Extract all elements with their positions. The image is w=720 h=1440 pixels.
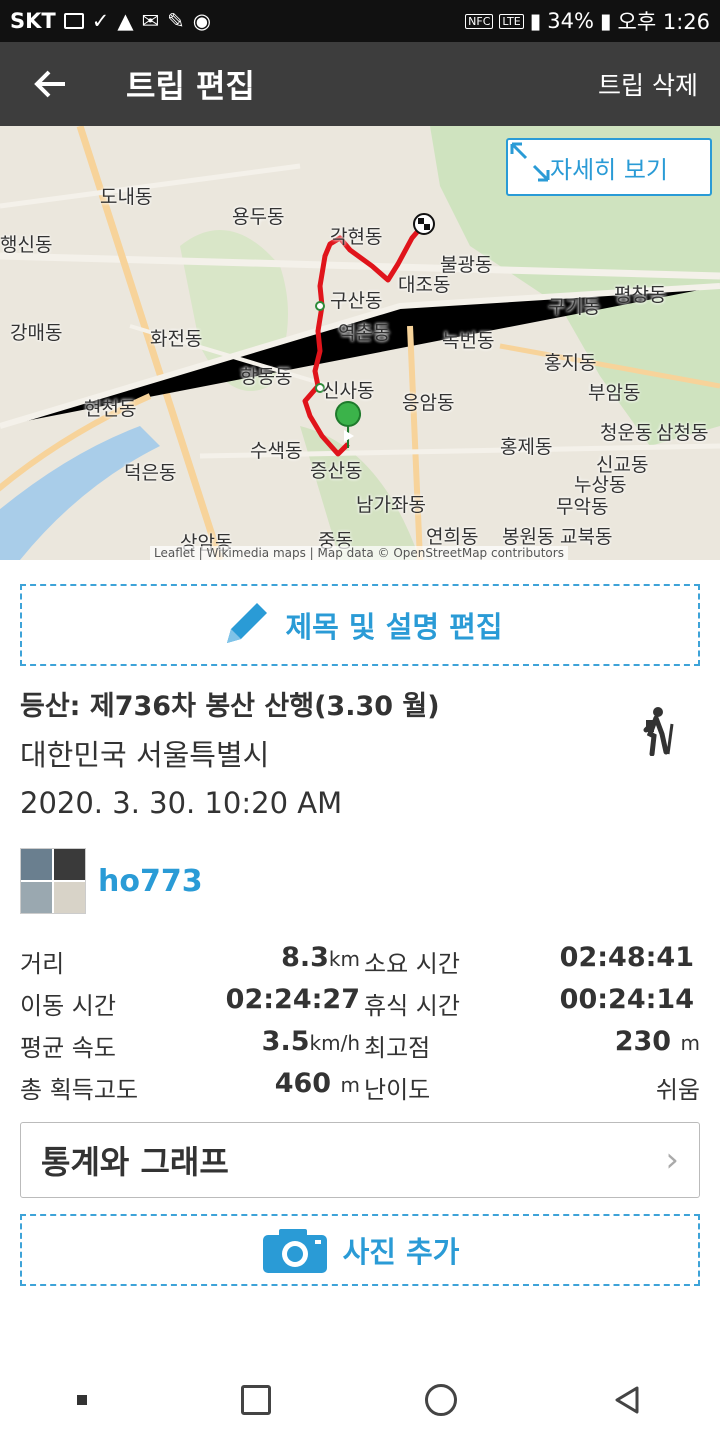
max-elevation-label: 최고점 <box>364 1034 431 1062</box>
stats-row: 이동 시간 02:24:27 휴식 시간 00:24:14 <box>20 980 700 1022</box>
avatar <box>20 848 86 914</box>
carrier-label: SKT <box>10 9 56 33</box>
elevation-gain-value: 460 m <box>274 1068 360 1099</box>
stats-graphs-label: 통계와 그래프 <box>41 1143 229 1181</box>
back-button[interactable] <box>0 42 100 126</box>
map-label: 남가좌동 <box>356 494 426 516</box>
home-button[interactable] <box>425 1384 457 1416</box>
map-label: 응암동 <box>402 392 455 414</box>
map-label: 강매동 <box>10 322 63 344</box>
back-nav-button[interactable] <box>611 1384 643 1416</box>
image-notification-icon <box>63 13 84 29</box>
map-label: 현천동 <box>84 398 137 420</box>
stats-graphs-button[interactable]: 통계와 그래프 › <box>20 1122 700 1198</box>
signal-icon: ▮ <box>529 9 542 33</box>
add-photo-label: 사진 추가 <box>342 1235 460 1269</box>
map-label: 홍지동 <box>544 352 597 374</box>
map-label: 역촌동 <box>338 322 391 344</box>
map-label: 각현동 <box>330 226 383 248</box>
clock: 오후 1:26 <box>617 10 710 34</box>
trip-title: 등산: 제736차 봉산 산행(3.30 월) <box>20 691 440 722</box>
map-label: 신사동 <box>322 380 375 402</box>
map-label: 평창동 <box>614 284 667 306</box>
map-label: 용두동 <box>232 206 285 228</box>
rest-time-label: 휴식 시간 <box>364 992 460 1020</box>
chevron-right-icon: › <box>665 1140 679 1180</box>
moving-time-value: 02:24:27 <box>225 984 360 1015</box>
record-notification-icon: ◉ <box>192 9 212 33</box>
map-label: 교북동 <box>560 526 613 548</box>
pencil-icon <box>227 603 268 643</box>
map-attribution[interactable]: Leaflet | Wikimedia maps | Map data © Op… <box>150 546 568 560</box>
delete-trip-button[interactable]: 트립 삭제 <box>598 66 698 102</box>
stats-row: 평균 속도 3.5km/h 최고점 230 m <box>20 1022 700 1064</box>
rest-time-value: 00:24:14 <box>559 984 694 1015</box>
trip-date: 2020. 3. 30. 10:20 AM <box>20 786 343 820</box>
add-photo-button[interactable]: 사진 추가 <box>20 1214 700 1286</box>
map-label: 홍제동 <box>500 436 553 458</box>
moving-time-label: 이동 시간 <box>20 992 116 1020</box>
status-bar: SKT ✓ ▲ ✉ ✎ ◉ NFC LTE ▮ 34% ▮ 오후 1:26 <box>0 0 720 42</box>
max-elevation-value: 230 m <box>614 1026 700 1057</box>
detail-view-button[interactable]: 자세히 보기 <box>506 138 712 196</box>
camera-icon <box>262 1229 327 1273</box>
warning-notification-icon: ▲ <box>117 9 134 33</box>
avg-speed-label: 평균 속도 <box>20 1034 116 1062</box>
map-label: 봉원동 <box>502 526 555 548</box>
difficulty-value: 쉬움 <box>655 1076 700 1104</box>
detail-view-label: 자세히 보기 <box>549 155 669 184</box>
expand-icon <box>510 142 550 182</box>
overview-button[interactable] <box>241 1385 271 1415</box>
battery-icon: ▮ <box>599 9 612 33</box>
app-notification-icon: ✎ <box>167 9 185 33</box>
map-label: 청운동 <box>600 422 653 444</box>
route-map[interactable]: 도내동 용두동 각현동 불광동 대조동 평창동 구기동 강매동 화전동 구산동 … <box>0 126 720 560</box>
map-label: 행신동 <box>0 234 53 256</box>
page-title: 트립 편집 <box>126 67 255 105</box>
avg-speed-value: 3.5km/h <box>261 1026 360 1057</box>
map-label: 연희동 <box>426 526 479 548</box>
edit-title-label: 제목 및 설명 편집 <box>285 610 503 644</box>
check-notification-icon: ✓ <box>91 9 110 33</box>
finish-flag-icon <box>413 213 435 235</box>
mail-notification-icon: ✉ <box>141 9 160 33</box>
map-label: 화전동 <box>150 328 203 350</box>
map-label: 구기동 <box>548 296 601 318</box>
duration-label: 소요 시간 <box>364 950 460 978</box>
stats-row: 총 획득고도 460 m 난이도 쉬움 <box>20 1064 700 1106</box>
map-label: 부암동 <box>588 382 641 404</box>
stats-row: 거리 8.3km 소요 시간 02:48:41 <box>20 938 700 980</box>
map-label: 구산동 <box>330 290 383 312</box>
distance-label: 거리 <box>20 950 65 978</box>
user-row[interactable]: ho773 <box>20 848 203 914</box>
difficulty-label: 난이도 <box>364 1076 431 1104</box>
nfc-icon: NFC <box>465 13 494 29</box>
app-bar: 트립 편집 트립 삭제 <box>0 42 720 126</box>
lte-icon: LTE <box>499 13 524 29</box>
arrow-left-icon <box>34 70 65 98</box>
battery-percent: 34% <box>547 9 594 33</box>
trip-location: 대한민국 서울특별시 <box>20 738 270 772</box>
hiker-icon <box>643 707 674 756</box>
map-label: 수색동 <box>250 440 303 462</box>
distance-value: 8.3km <box>281 942 360 973</box>
edit-title-button[interactable]: 제목 및 설명 편집 <box>20 584 700 666</box>
map-label: 녹번동 <box>442 330 495 352</box>
map-label: 덕은동 <box>124 462 177 484</box>
map-label: 삼청동 <box>656 422 709 444</box>
recent-dot-icon[interactable] <box>77 1395 87 1405</box>
map-label: 도내동 <box>100 186 153 208</box>
username[interactable]: ho773 <box>98 864 203 899</box>
map-label: 항동동 <box>240 366 293 388</box>
map-label: 대조동 <box>398 274 451 296</box>
map-label: 증산동 <box>310 460 363 482</box>
duration-value: 02:48:41 <box>559 942 694 973</box>
stats-table: 거리 8.3km 소요 시간 02:48:41 이동 시간 02:24:27 휴… <box>20 938 700 1106</box>
map-label: 무악동 <box>556 496 609 518</box>
elevation-gain-label: 총 획득고도 <box>20 1076 139 1104</box>
system-nav-bar <box>0 1360 720 1440</box>
